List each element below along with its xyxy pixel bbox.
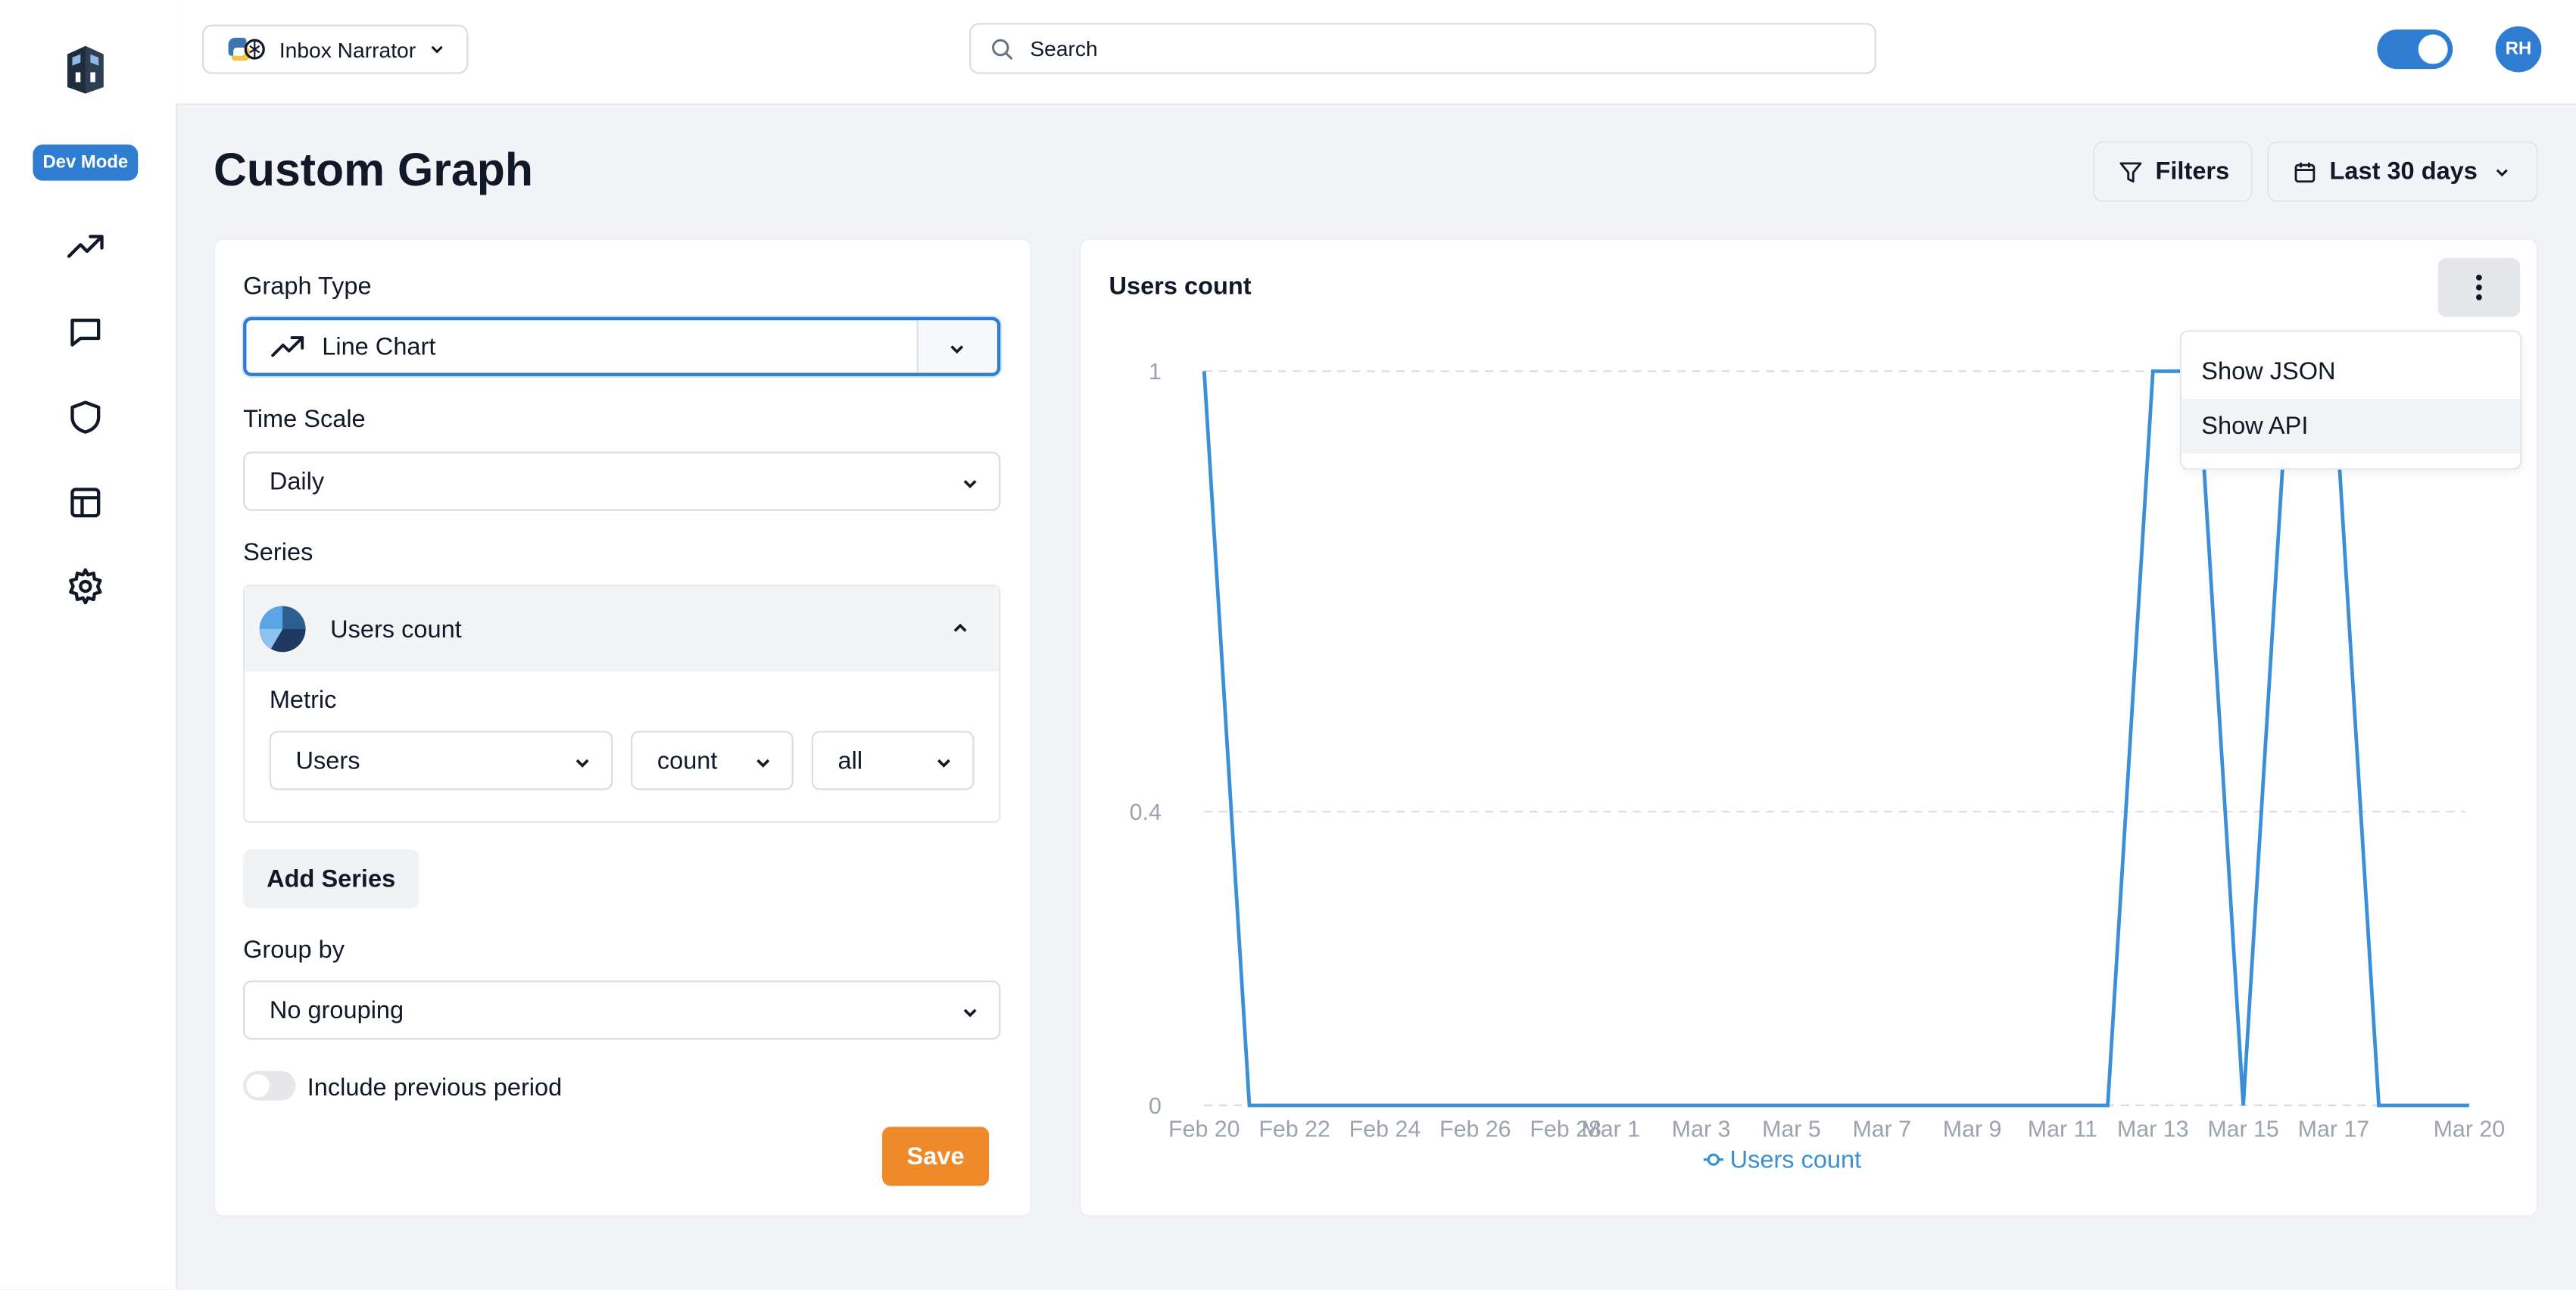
filters-button[interactable]: Filters: [2093, 141, 2253, 202]
sidebar: Dev Mode: [0, 0, 178, 1290]
group-by-label: Group by: [243, 936, 345, 964]
dev-mode-badge[interactable]: Dev Mode: [33, 144, 139, 181]
graph-type-dropdown-toggle[interactable]: [916, 320, 997, 373]
x-tick-label: Mar 1: [1581, 1117, 1640, 1142]
chart-options-button[interactable]: [2437, 257, 2521, 317]
x-tick-label: Mar 7: [1852, 1117, 1911, 1142]
x-tick-label: Mar 15: [2207, 1117, 2279, 1142]
menu-item-show-json[interactable]: Show JSON: [2181, 345, 2520, 400]
x-tick-label: Mar 11: [2028, 1117, 2097, 1142]
time-scale-label: Time Scale: [243, 405, 366, 434]
include-previous-label: Include previous period: [307, 1073, 563, 1102]
x-tick-label: Feb 24: [1349, 1117, 1421, 1142]
include-previous-toggle[interactable]: [243, 1070, 296, 1101]
chevron-down-icon: [963, 480, 977, 489]
group-by-value: No grouping: [269, 996, 404, 1024]
x-tick-label: Feb 26: [1439, 1117, 1511, 1142]
x-tick-label: Mar 20: [2434, 1117, 2505, 1142]
series-header[interactable]: Users count: [245, 586, 1000, 672]
trending-up-icon: [271, 336, 304, 357]
group-by-select[interactable]: No grouping: [243, 980, 1001, 1040]
legend-marker: [1707, 1153, 1720, 1166]
y-tick-label: 1: [1149, 360, 1162, 385]
search-icon: [992, 38, 1013, 60]
chevron-down-icon: [950, 345, 964, 354]
search-placeholder: Search: [1030, 36, 1098, 61]
metric-entity-value: Users: [295, 746, 360, 774]
message-icon[interactable]: [66, 312, 105, 351]
metric-label: Metric: [269, 686, 337, 715]
chart-options-menu: Show JSON Show API: [2180, 330, 2522, 470]
date-range-label: Last 30 days: [2329, 157, 2478, 186]
series-line: [1202, 369, 2469, 1108]
theme-toggle[interactable]: [2377, 30, 2453, 70]
toggle-knob: [246, 1073, 270, 1098]
series-name: Users count: [330, 615, 462, 643]
x-tick-label: Mar 3: [1672, 1117, 1731, 1142]
chevron-down-icon: [963, 1008, 977, 1017]
graph-type-label: Graph Type: [243, 273, 372, 301]
chevron-down-icon: [575, 759, 589, 768]
metric-aggregation-select[interactable]: count: [631, 731, 794, 790]
more-vertical-icon: [2476, 274, 2482, 301]
time-scale-select[interactable]: Daily: [243, 451, 1001, 511]
time-scale-value: Daily: [269, 467, 325, 496]
project-name: Inbox Narrator: [279, 36, 416, 62]
date-range-button[interactable]: Last 30 days: [2267, 141, 2539, 202]
metric-filter-select[interactable]: all: [811, 731, 975, 790]
page-title: Custom Graph: [214, 144, 533, 196]
graph-type-select[interactable]: Line Chart: [243, 316, 1001, 376]
top-bar: Inbox Narrator Search RH: [176, 0, 2576, 105]
trending-up-icon[interactable]: [66, 226, 105, 266]
metric-entity-select[interactable]: Users: [269, 731, 613, 790]
shield-icon[interactable]: [66, 397, 105, 437]
x-tick-label: Mar 9: [1943, 1117, 2002, 1142]
graph-type-value: Line Chart: [322, 332, 436, 361]
x-tick-label: Feb 20: [1168, 1117, 1240, 1142]
y-tick-label: 0.4: [1130, 800, 1162, 825]
series-pie-icon: [259, 606, 306, 653]
add-series-button[interactable]: Add Series: [243, 849, 419, 908]
table-icon[interactable]: [66, 483, 105, 522]
project-selector[interactable]: Inbox Narrator: [201, 24, 469, 74]
metric-aggregation-value: count: [656, 746, 718, 774]
chevron-down-icon: [431, 45, 443, 54]
python-openai-icon: [228, 37, 265, 61]
menu-item-show-api[interactable]: Show API: [2181, 399, 2521, 453]
x-tick-label: Mar 17: [2298, 1117, 2370, 1142]
chevron-down-icon: [2496, 168, 2509, 176]
castle-logo-icon[interactable]: [62, 42, 108, 95]
chevron-down-icon: [756, 759, 770, 768]
save-button[interactable]: Save: [882, 1126, 990, 1186]
filters-label: Filters: [2155, 157, 2230, 186]
chevron-down-icon: [937, 759, 950, 768]
metric-filter-value: all: [837, 746, 863, 774]
search-input[interactable]: Search: [969, 23, 1876, 74]
legend-label: Users count: [1730, 1146, 1862, 1173]
avatar[interactable]: RH: [2495, 26, 2542, 73]
y-tick-label: 0: [1149, 1094, 1162, 1119]
toggle-knob: [2418, 34, 2448, 64]
gear-icon[interactable]: [66, 567, 105, 606]
filter-icon: [2119, 161, 2142, 182]
x-tick-label: Mar 5: [1762, 1117, 1821, 1142]
x-tick-label: Feb 22: [1258, 1117, 1330, 1142]
chevron-up-icon[interactable]: [951, 619, 969, 637]
series-label: Series: [243, 538, 313, 567]
x-tick-label: Mar 13: [2117, 1117, 2189, 1142]
calendar-icon: [2294, 161, 2316, 182]
